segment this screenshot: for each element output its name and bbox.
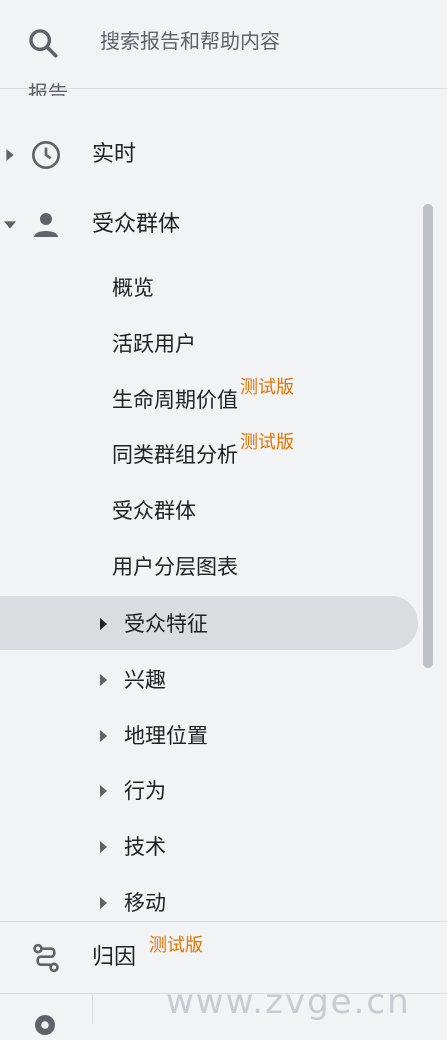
sub-label: 概览	[112, 276, 154, 300]
group-interests[interactable]: 兴趣	[0, 652, 447, 708]
group-technology[interactable]: 技术	[0, 819, 447, 875]
sub-label: 用户分层图表	[112, 554, 238, 579]
caret-right-icon[interactable]	[98, 840, 108, 854]
attribution-label: 归因	[92, 945, 137, 970]
sub-label: 同类群组分析	[112, 443, 238, 468]
sub-label: 生命周期价值	[112, 387, 238, 412]
sub-item-audiences[interactable]: 受众群体	[0, 483, 447, 539]
group-label: 地理位置	[124, 723, 208, 748]
clock-icon	[32, 141, 60, 169]
caret-right-icon[interactable]	[98, 896, 108, 910]
sub-label: 受众群体	[112, 499, 196, 524]
sub-item-cohort-analysis[interactable]: 同类群组分析测试版	[0, 427, 447, 483]
nav-label-realtime: 实时	[92, 142, 137, 167]
nav-label-attribution: 归因 测试版	[92, 935, 203, 974]
beta-badge: 测试版	[240, 376, 294, 398]
sub-item-user-explorer[interactable]: 用户分层图表	[0, 539, 447, 595]
group-label: 技术	[124, 835, 166, 860]
scrollbar[interactable]	[423, 204, 433, 668]
sub-item-active-users[interactable]: 活跃用户	[0, 316, 447, 372]
sub-label-wrapper: 同类群组分析测试版	[112, 432, 294, 471]
beta-badge: 测试版	[240, 432, 294, 454]
caret-down-icon[interactable]	[4, 219, 16, 231]
watermark: www.zvge.cn	[166, 982, 411, 1022]
section-label-reports: 报告	[28, 82, 68, 96]
nav-item-audience[interactable]: 受众群体	[0, 197, 447, 254]
nav-item-attribution[interactable]: 归因 测试版	[0, 928, 447, 988]
person-icon	[34, 213, 58, 237]
sub-label: 活跃用户	[112, 331, 196, 356]
group-behavior[interactable]: 行为	[0, 763, 447, 819]
search-input[interactable]: 搜索报告和帮助内容	[100, 26, 280, 56]
sub-item-overview[interactable]: 概览	[0, 260, 447, 316]
group-mobile[interactable]: 移动	[0, 875, 447, 931]
sub-item-lifetime-value[interactable]: 生命周期价值测试版	[0, 372, 447, 428]
caret-right-icon[interactable]	[4, 149, 16, 161]
nav-label-audience: 受众群体	[92, 212, 181, 237]
group-demographics[interactable]: 受众特征	[0, 596, 447, 652]
caret-right-icon[interactable]	[98, 617, 108, 631]
group-label: 兴趣	[124, 667, 166, 692]
gear-icon[interactable]	[30, 1010, 60, 1040]
sub-label-wrapper: 生命周期价值测试版	[112, 377, 294, 416]
beta-badge: 测试版	[149, 935, 204, 956]
divider	[0, 921, 447, 922]
group-label: 移动	[124, 890, 166, 915]
group-geo[interactable]: 地理位置	[0, 708, 447, 764]
divider-vertical	[92, 994, 93, 1024]
caret-right-icon[interactable]	[98, 784, 108, 798]
caret-right-icon[interactable]	[98, 673, 108, 687]
group-label: 行为	[124, 779, 166, 804]
attribution-icon	[33, 943, 59, 973]
caret-right-icon[interactable]	[98, 729, 108, 743]
search-icon[interactable]	[26, 26, 60, 60]
search-bar[interactable]: 搜索报告和帮助内容	[0, 0, 447, 89]
nav-item-realtime[interactable]: 实时	[0, 127, 447, 184]
group-label: 受众特征	[124, 612, 208, 636]
